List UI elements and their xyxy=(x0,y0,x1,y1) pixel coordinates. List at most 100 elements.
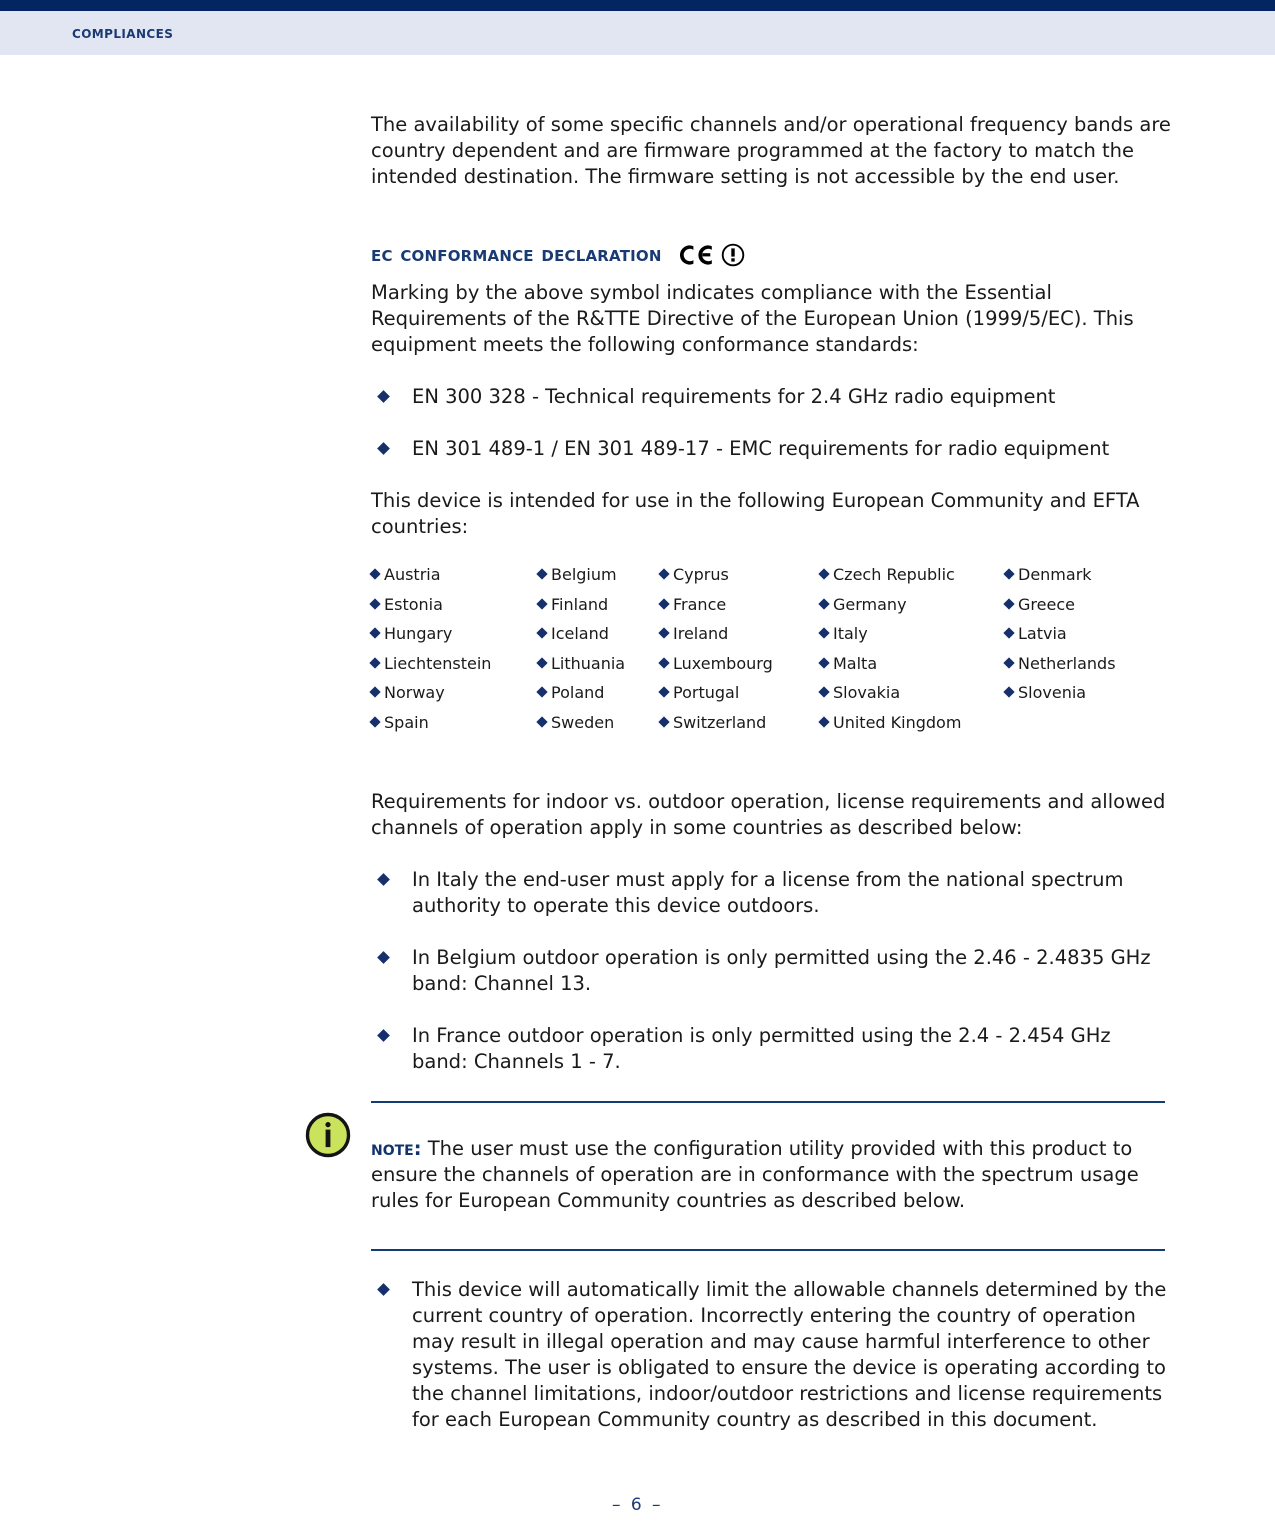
closing-list: This device will automatically limit the… xyxy=(371,1277,1171,1433)
country-item: Netherlands xyxy=(1003,649,1171,679)
diamond-bullet-icon xyxy=(536,627,548,639)
list-item-text: EN 300 328 - Technical requirements for … xyxy=(412,385,1056,408)
note-bottom-rule xyxy=(371,1249,1165,1251)
ec-paragraph: Marking by the above symbol indicates co… xyxy=(371,281,1134,356)
country-label: France xyxy=(673,594,727,614)
diamond-bullet-icon xyxy=(658,568,670,580)
ec-section-heading: EC Conformance Declaration xyxy=(371,242,662,267)
country-label: Germany xyxy=(833,594,907,614)
diamond-bullet-icon xyxy=(818,656,830,669)
diamond-bullet-icon xyxy=(658,656,670,669)
country-item: Estonia xyxy=(369,590,538,620)
note-message: The user must use the configuration util… xyxy=(371,1136,1139,1212)
content-column: The availability of some specific channe… xyxy=(305,112,1171,1433)
diamond-bullet-icon xyxy=(369,686,381,698)
country-label: Slovakia xyxy=(833,683,901,702)
diamond-bullet-icon xyxy=(377,1283,390,1296)
diamond-bullet-icon xyxy=(536,597,548,610)
diamond-bullet-icon xyxy=(536,686,548,698)
country-label: Hungary xyxy=(384,624,453,643)
diamond-bullet-icon xyxy=(818,686,830,698)
list-item-text: In France outdoor operation is only perm… xyxy=(412,1024,1111,1073)
header-band xyxy=(0,11,1275,55)
country-label: Slovenia xyxy=(1018,683,1087,702)
country-label: Estonia xyxy=(384,594,443,614)
country-label: Norway xyxy=(384,683,445,702)
diamond-bullet-icon xyxy=(1003,568,1015,580)
ce-mark-icon xyxy=(679,245,712,265)
country-label: Ireland xyxy=(673,624,729,643)
note-body: Note: The user must use the configuratio… xyxy=(371,1103,1171,1249)
country-label: Finland xyxy=(551,594,609,614)
country-item: Cyprus xyxy=(658,560,820,590)
note-label: Note: xyxy=(371,1136,422,1160)
country-item: Spain xyxy=(369,708,538,738)
diamond-bullet-icon xyxy=(377,1029,390,1042)
country-label: United Kingdom xyxy=(833,712,962,732)
country-label: Cyprus xyxy=(673,565,729,584)
info-circle-icon xyxy=(305,1112,351,1158)
country-label: Latvia xyxy=(1018,624,1067,643)
country-item: France xyxy=(658,590,820,620)
diamond-bullet-icon xyxy=(377,873,390,886)
diamond-bullet-icon xyxy=(1003,656,1015,669)
country-item: Liechtenstein xyxy=(369,649,538,679)
diamond-bullet-icon xyxy=(369,568,381,580)
diamond-bullet-icon xyxy=(369,627,381,639)
country-item: Finland xyxy=(536,590,660,620)
country-label: Switzerland xyxy=(673,712,767,732)
country-item: Portugal xyxy=(658,678,820,708)
diamond-bullet-icon xyxy=(369,656,381,669)
diamond-bullet-icon xyxy=(536,568,548,580)
country-item: Denmark xyxy=(1003,560,1171,590)
diamond-bullet-icon xyxy=(377,390,390,403)
country-item: Czech Republic xyxy=(818,560,1005,590)
list-item: In Italy the end-user must apply for a l… xyxy=(371,867,1171,919)
country-item: Luxembourg xyxy=(658,649,820,679)
country-item: Malta xyxy=(818,649,1005,679)
diamond-bullet-icon xyxy=(377,951,390,964)
country-label: Belgium xyxy=(551,565,617,584)
country-item: Germany xyxy=(818,590,1005,620)
list-item: EN 301 489-1 / EN 301 489-17 - EMC requi… xyxy=(371,436,1171,462)
diamond-bullet-icon xyxy=(1003,686,1015,698)
country-item: United Kingdom xyxy=(818,708,1005,738)
country-label: Liechtenstein xyxy=(384,653,492,673)
diamond-bullet-icon xyxy=(818,568,830,580)
country-item: Hungary xyxy=(369,619,538,649)
country-item: Poland xyxy=(536,678,660,708)
country-label: Spain xyxy=(384,712,429,732)
country-label: Iceland xyxy=(551,624,609,643)
country-item: Latvia xyxy=(1003,619,1171,649)
list-item: This device will automatically limit the… xyxy=(371,1277,1171,1433)
country-item-empty xyxy=(1005,708,1171,738)
country-item: Slovenia xyxy=(1003,678,1171,708)
country-item: Norway xyxy=(369,678,538,708)
page-header-title: Compliances xyxy=(72,23,174,43)
intro-paragraph: The availability of some specific channe… xyxy=(371,113,1171,188)
standards-list: EN 300 328 - Technical requirements for … xyxy=(371,384,1171,462)
diamond-bullet-icon xyxy=(818,627,830,639)
country-label: Czech Republic xyxy=(833,565,955,584)
diamond-bullet-icon xyxy=(818,597,830,610)
requirements-intro-paragraph: Requirements for indoor vs. outdoor oper… xyxy=(371,790,1166,839)
country-item: Switzerland xyxy=(658,708,820,738)
diamond-bullet-icon xyxy=(377,442,390,455)
diamond-bullet-icon xyxy=(1003,597,1015,610)
diamond-bullet-icon xyxy=(818,715,830,728)
country-label: Denmark xyxy=(1018,565,1092,584)
country-label: Italy xyxy=(833,624,868,643)
diamond-bullet-icon xyxy=(658,627,670,639)
page-footer: – 6 – xyxy=(611,1495,664,1515)
country-label: Malta xyxy=(833,653,878,673)
country-label: Greece xyxy=(1018,594,1075,614)
country-label: Austria xyxy=(384,565,441,584)
list-item-text: In Italy the end-user must apply for a l… xyxy=(412,868,1124,917)
country-label: Lithuania xyxy=(551,653,626,673)
list-item: EN 300 328 - Technical requirements for … xyxy=(371,384,1171,410)
country-item: Greece xyxy=(1003,590,1171,620)
